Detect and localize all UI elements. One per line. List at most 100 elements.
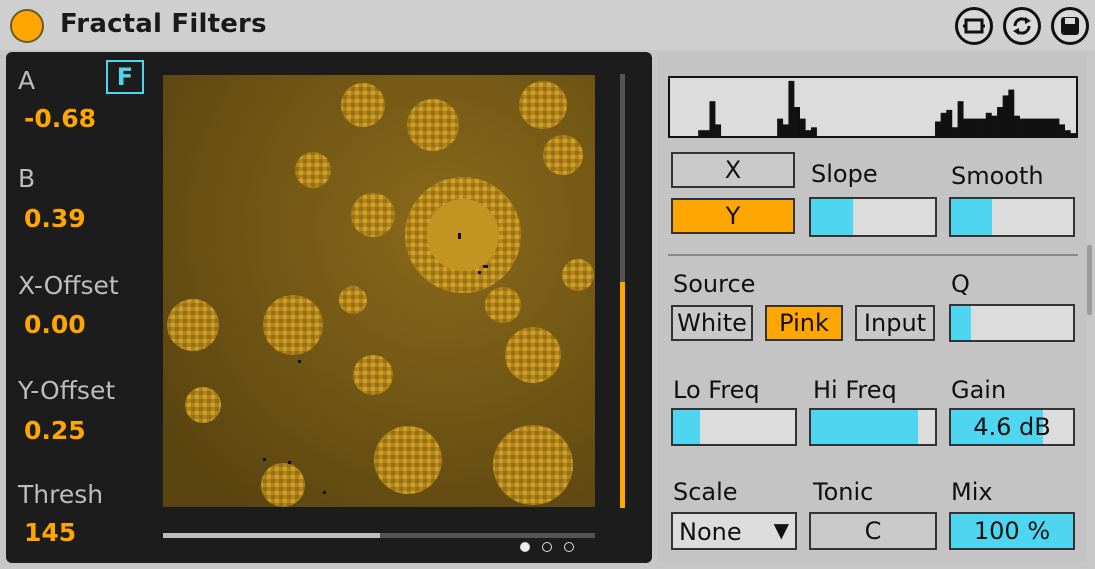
page-dot-2[interactable]	[542, 542, 552, 552]
lo-freq-slider-fill	[673, 410, 700, 444]
refresh-button[interactable]	[1003, 7, 1041, 45]
slope-slider[interactable]	[809, 197, 937, 237]
param-b-value[interactable]: 0.39	[24, 204, 86, 233]
histogram-bar	[968, 118, 975, 136]
device-title-bar: Fractal Filters	[0, 0, 1095, 50]
histogram-bar	[997, 107, 1003, 136]
refresh-icon	[1013, 17, 1031, 35]
gain-slider[interactable]: 4.6 dB	[949, 408, 1075, 446]
histogram-bar	[810, 127, 817, 136]
param-x-offset-value[interactable]: 0.00	[24, 310, 86, 339]
histogram-bar	[799, 118, 806, 136]
gain-label: Gain	[951, 376, 1007, 404]
histogram-bar	[951, 127, 958, 136]
histogram-bar	[1053, 118, 1060, 136]
param-thresh-value[interactable]: 145	[24, 518, 76, 547]
f-button[interactable]: F	[106, 60, 144, 94]
fractal-display[interactable]	[163, 75, 595, 507]
histogram-bar	[788, 80, 795, 136]
mix-label: Mix	[951, 478, 993, 506]
horizontal-scroll-thumb[interactable]	[163, 533, 380, 538]
scale-label: Scale	[673, 478, 738, 506]
slope-label: Slope	[811, 160, 878, 188]
histogram-bar	[794, 107, 800, 136]
histogram-bar	[777, 118, 784, 136]
histogram-bar	[980, 118, 987, 136]
histogram-bar	[1013, 115, 1020, 136]
tonic-label: Tonic	[813, 478, 874, 506]
device-power-button[interactable]	[10, 9, 44, 43]
histogram-bar	[1059, 124, 1066, 136]
q-label: Q	[951, 270, 970, 298]
x-button[interactable]: X	[671, 152, 795, 188]
smooth-slider-fill	[951, 199, 993, 235]
source-white-button[interactable]: White	[671, 305, 753, 341]
save-icon	[1061, 17, 1079, 35]
param-y-offset-value[interactable]: 0.25	[24, 416, 86, 445]
histogram-bar	[1030, 118, 1037, 136]
histogram-bar	[991, 115, 998, 136]
param-a-value[interactable]: -0.68	[24, 104, 96, 133]
page-dot-3[interactable]	[564, 542, 574, 552]
hi-freq-label: Hi Freq	[813, 376, 897, 404]
vertical-scroll-thumb[interactable]	[620, 282, 625, 508]
histogram-bar	[1047, 118, 1054, 136]
param-y-offset-label: Y-Offset	[18, 376, 116, 405]
device-scrollbar[interactable]	[1087, 245, 1092, 315]
device-title: Fractal Filters	[60, 9, 267, 39]
page-dot-1[interactable]	[520, 542, 530, 552]
histogram-bar	[946, 109, 953, 136]
tonic-selector[interactable]: C	[809, 512, 937, 550]
gain-value: 4.6 dB	[973, 413, 1051, 441]
q-slider-fill	[951, 306, 971, 340]
histogram-bar	[1025, 118, 1032, 136]
section-divider	[668, 254, 1078, 256]
histogram-bar	[805, 130, 812, 136]
hi-freq-slider-fill	[811, 410, 918, 444]
histogram-bar	[974, 118, 981, 136]
histogram-bar	[698, 130, 705, 136]
hot-swap-icon	[963, 18, 985, 34]
slope-slider-fill	[811, 199, 854, 235]
fractal-image	[163, 75, 595, 507]
histogram-bar	[963, 118, 970, 136]
param-x-offset-label: X-Offset	[18, 271, 119, 300]
chevron-down-icon: ▼	[773, 518, 789, 542]
source-input-button[interactable]: Input	[855, 305, 935, 341]
histogram-bar	[935, 121, 941, 136]
param-b-label: B	[18, 164, 36, 193]
histogram-bar	[782, 124, 789, 136]
hot-swap-button[interactable]	[955, 7, 993, 45]
mix-value: 100 %	[973, 517, 1051, 545]
histogram-bar	[1042, 118, 1049, 136]
mix-slider[interactable]: 100 %	[949, 512, 1075, 550]
source-label: Source	[673, 270, 756, 298]
histogram-bar	[1070, 133, 1076, 136]
spectrum-histogram	[668, 76, 1078, 138]
param-a-label: A	[18, 66, 36, 95]
scale-value: None	[679, 518, 742, 546]
save-button[interactable]	[1051, 7, 1089, 45]
hi-freq-slider[interactable]	[809, 408, 937, 446]
filter-panel: X Y Slope Smooth Source White Pink Input…	[657, 52, 1087, 563]
histogram-bar	[957, 101, 964, 136]
histogram-bar	[1019, 118, 1026, 136]
histogram-bar	[1002, 95, 1009, 136]
param-thresh-label: Thresh	[18, 480, 104, 509]
smooth-slider[interactable]	[949, 197, 1075, 237]
q-slider[interactable]	[949, 304, 1075, 342]
y-button[interactable]: Y	[671, 198, 795, 234]
histogram-bar	[715, 124, 722, 136]
histogram-bar	[940, 112, 947, 136]
histogram-bar	[1064, 130, 1071, 136]
source-pink-button[interactable]: Pink	[765, 305, 843, 341]
histogram-bars	[698, 80, 1076, 136]
scale-dropdown[interactable]: None ▼	[671, 512, 797, 550]
histogram-bar	[709, 101, 716, 136]
histogram-bar	[1008, 89, 1015, 136]
lo-freq-label: Lo Freq	[673, 376, 760, 404]
smooth-label: Smooth	[951, 162, 1044, 190]
histogram-bar	[1036, 118, 1043, 136]
lo-freq-slider[interactable]	[671, 408, 797, 446]
fractal-panel: A -0.68 F B 0.39 X-Offset 0.00 Y-Offset …	[6, 52, 652, 563]
